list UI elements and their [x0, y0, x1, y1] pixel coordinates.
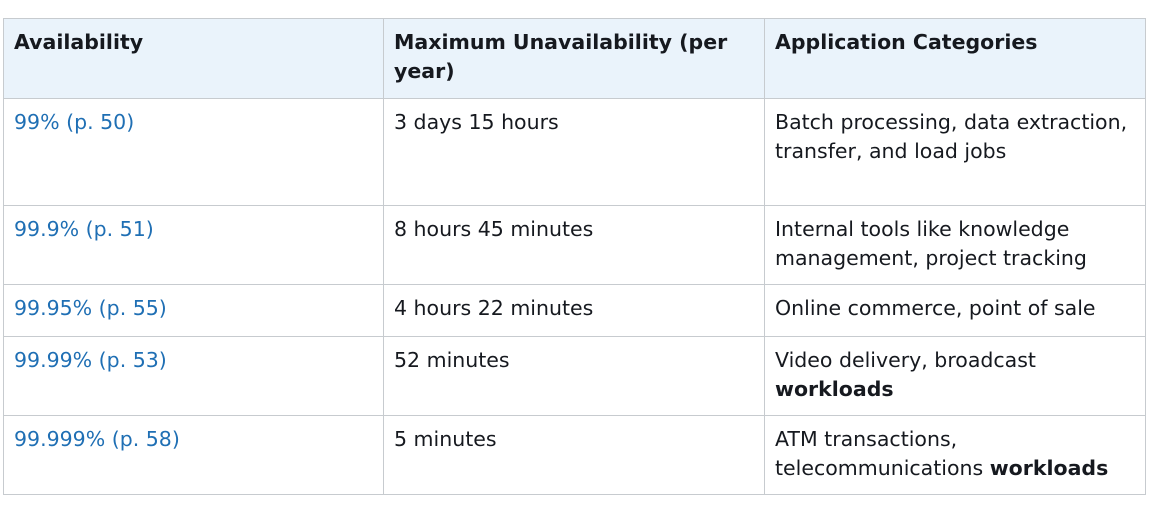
header-application-categories: Application Categories [764, 18, 1146, 99]
categories-text: Internal tools like knowledge management… [775, 217, 1087, 270]
availability-cell: 99.95% (p. 55) [3, 284, 384, 337]
categories-text: Video delivery, broadcast [775, 348, 1036, 372]
categories-cell: Online commerce, point of sale [764, 284, 1146, 337]
categories-cell: Video delivery, broadcast workloads [764, 336, 1146, 416]
categories-text: Batch processing, data extraction, trans… [775, 110, 1128, 163]
availability-table: Availability Maximum Unavailability (per… [3, 18, 1146, 495]
categories-cell: Internal tools like knowledge management… [764, 205, 1146, 285]
table-row: 99% (p. 50) 3 days 15 hours Batch proces… [3, 98, 1146, 206]
availability-link[interactable]: 99.95% (p. 55) [14, 296, 167, 320]
categories-cell: ATM transactions, telecommunications wor… [764, 415, 1146, 495]
availability-cell: 99.99% (p. 53) [3, 336, 384, 416]
availability-link[interactable]: 99% (p. 50) [14, 110, 134, 134]
availability-cell: 99% (p. 50) [3, 98, 384, 206]
table-row: 99.999% (p. 58) 5 minutes ATM transactio… [3, 415, 1146, 495]
max-unavailability-cell: 52 minutes [383, 336, 765, 416]
availability-link[interactable]: 99.999% (p. 58) [14, 427, 180, 451]
availability-link[interactable]: 99.99% (p. 53) [14, 348, 167, 372]
max-unavailability-cell: 8 hours 45 minutes [383, 205, 765, 285]
table-header-row: Availability Maximum Unavailability (per… [3, 18, 1146, 99]
categories-text: Online commerce, point of sale [775, 296, 1096, 320]
categories-cell: Batch processing, data extraction, trans… [764, 98, 1146, 206]
table-row: 99.9% (p. 51) 8 hours 45 minutes Interna… [3, 205, 1146, 285]
categories-emphasis: workloads [989, 456, 1109, 480]
max-unavailability-cell: 3 days 15 hours [383, 98, 765, 206]
table-row: 99.99% (p. 53) 52 minutes Video delivery… [3, 336, 1146, 416]
availability-link[interactable]: 99.9% (p. 51) [14, 217, 154, 241]
categories-emphasis: workloads [775, 377, 894, 401]
header-max-unavailability: Maximum Unavailability (per year) [383, 18, 765, 99]
categories-text: ATM transactions, telecommunications [775, 427, 990, 480]
header-availability: Availability [3, 18, 384, 99]
max-unavailability-cell: 5 minutes [383, 415, 765, 495]
max-unavailability-cell: 4 hours 22 minutes [383, 284, 765, 337]
table-row: 99.95% (p. 55) 4 hours 22 minutes Online… [3, 284, 1146, 337]
availability-cell: 99.9% (p. 51) [3, 205, 384, 285]
availability-cell: 99.999% (p. 58) [3, 415, 384, 495]
